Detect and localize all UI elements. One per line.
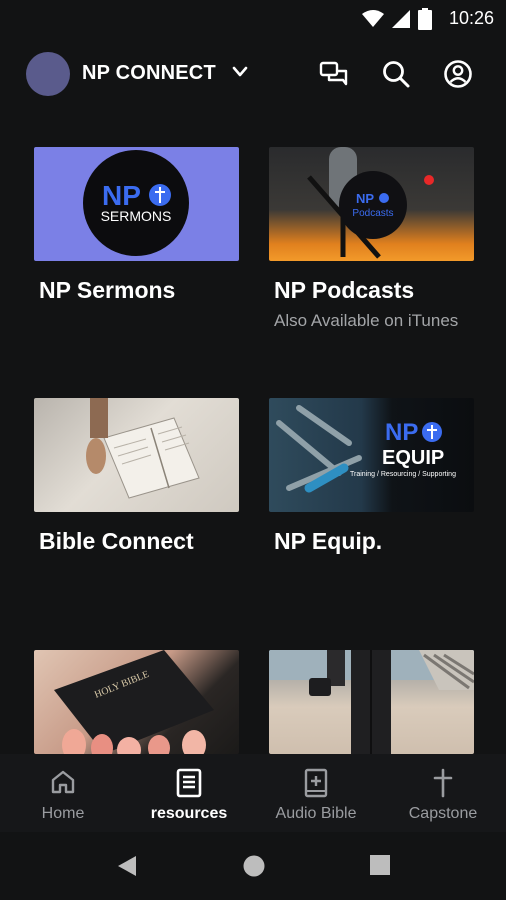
equip-logo: NP EQUIP Training / Resourcing / Support… (276, 405, 456, 493)
card-thumbnail: HOLY BIBLE (34, 650, 239, 754)
nav-label: Home (41, 805, 85, 822)
app-header: NP CONNECT (0, 40, 506, 110)
card-title: NP Equip. (274, 528, 383, 554)
account-button[interactable] (442, 58, 474, 90)
card-title: NP Sermons (39, 277, 176, 303)
status-icons (362, 8, 432, 30)
avatar[interactable] (26, 52, 70, 96)
holy-bible-photo: HOLY BIBLE (54, 650, 214, 754)
card-thumbnail (34, 398, 239, 512)
nav-capstone[interactable]: Capstone (380, 754, 506, 832)
open-bible-photo (86, 398, 200, 499)
cell-signal-icon (392, 10, 410, 28)
svg-text:Podcasts: Podcasts (352, 208, 393, 219)
nav-label: Audio Bible (275, 805, 357, 822)
chevron-down-icon[interactable] (232, 66, 248, 78)
search-button[interactable] (380, 58, 412, 90)
account-icon (444, 60, 472, 88)
bible-plus-icon (304, 768, 328, 798)
walking-photo (269, 650, 474, 754)
nav-audio-bible[interactable]: Audio Bible (253, 754, 379, 832)
card-thumbnail: NP EQUIP Training / Resourcing / Support… (269, 398, 474, 512)
bottom-nav: Home resources Audio Bible Capstone (0, 754, 506, 832)
system-nav-bar (0, 832, 506, 900)
svg-text:NP: NP (356, 191, 374, 206)
nav-label: Capstone (408, 805, 478, 822)
status-bar: 10:26 (0, 0, 506, 36)
sermons-logo: NP SERMONS (83, 150, 189, 256)
card-thumbnail: NP SERMONS (34, 147, 239, 261)
battery-icon (418, 8, 432, 30)
recents-icon[interactable] (369, 854, 391, 876)
card-title: Bible Connect (39, 528, 194, 554)
home-circle-icon[interactable] (242, 854, 266, 878)
card-title: NP Podcasts (274, 277, 415, 303)
svg-text:SERMONS: SERMONS (101, 208, 172, 224)
nav-label: resources (150, 805, 228, 822)
card-np-equip[interactable]: NP EQUIP Training / Resourcing / Support… (269, 398, 474, 554)
podcasts-photo: NP Podcasts (307, 147, 434, 259)
card-thumbnail (269, 650, 474, 754)
svg-text:EQUIP: EQUIP (382, 447, 444, 469)
card-thumbnail: NP Podcasts (269, 147, 474, 261)
chat-button[interactable] (318, 58, 350, 90)
svg-text:NP: NP (385, 419, 418, 446)
book-icon (176, 768, 202, 798)
back-icon[interactable] (116, 854, 138, 878)
nav-resources[interactable]: resources (126, 754, 252, 832)
card-np-sermons[interactable]: NP SERMONS NP Sermons (34, 147, 239, 303)
search-icon (383, 61, 410, 88)
chat-icon (319, 61, 348, 86)
card-subtitle: Also Available on iTunes (274, 311, 459, 330)
card-holy-bible[interactable]: HOLY BIBLE (34, 650, 239, 754)
card-walking[interactable] (269, 650, 474, 754)
svg-text:Training / Resourcing / Suppor: Training / Resourcing / Supporting (350, 471, 456, 478)
nav-home[interactable]: Home (0, 754, 126, 832)
status-time: 10:26 (448, 8, 494, 28)
cross-icon (433, 768, 453, 798)
card-np-podcasts[interactable]: NP Podcasts NP Podcasts Also Available o… (269, 147, 474, 330)
card-bible-connect[interactable]: Bible Connect (34, 398, 239, 554)
svg-text:NP: NP (102, 180, 141, 211)
wifi-icon (362, 10, 384, 27)
home-icon (51, 770, 75, 794)
page-title[interactable]: NP CONNECT (82, 62, 216, 85)
